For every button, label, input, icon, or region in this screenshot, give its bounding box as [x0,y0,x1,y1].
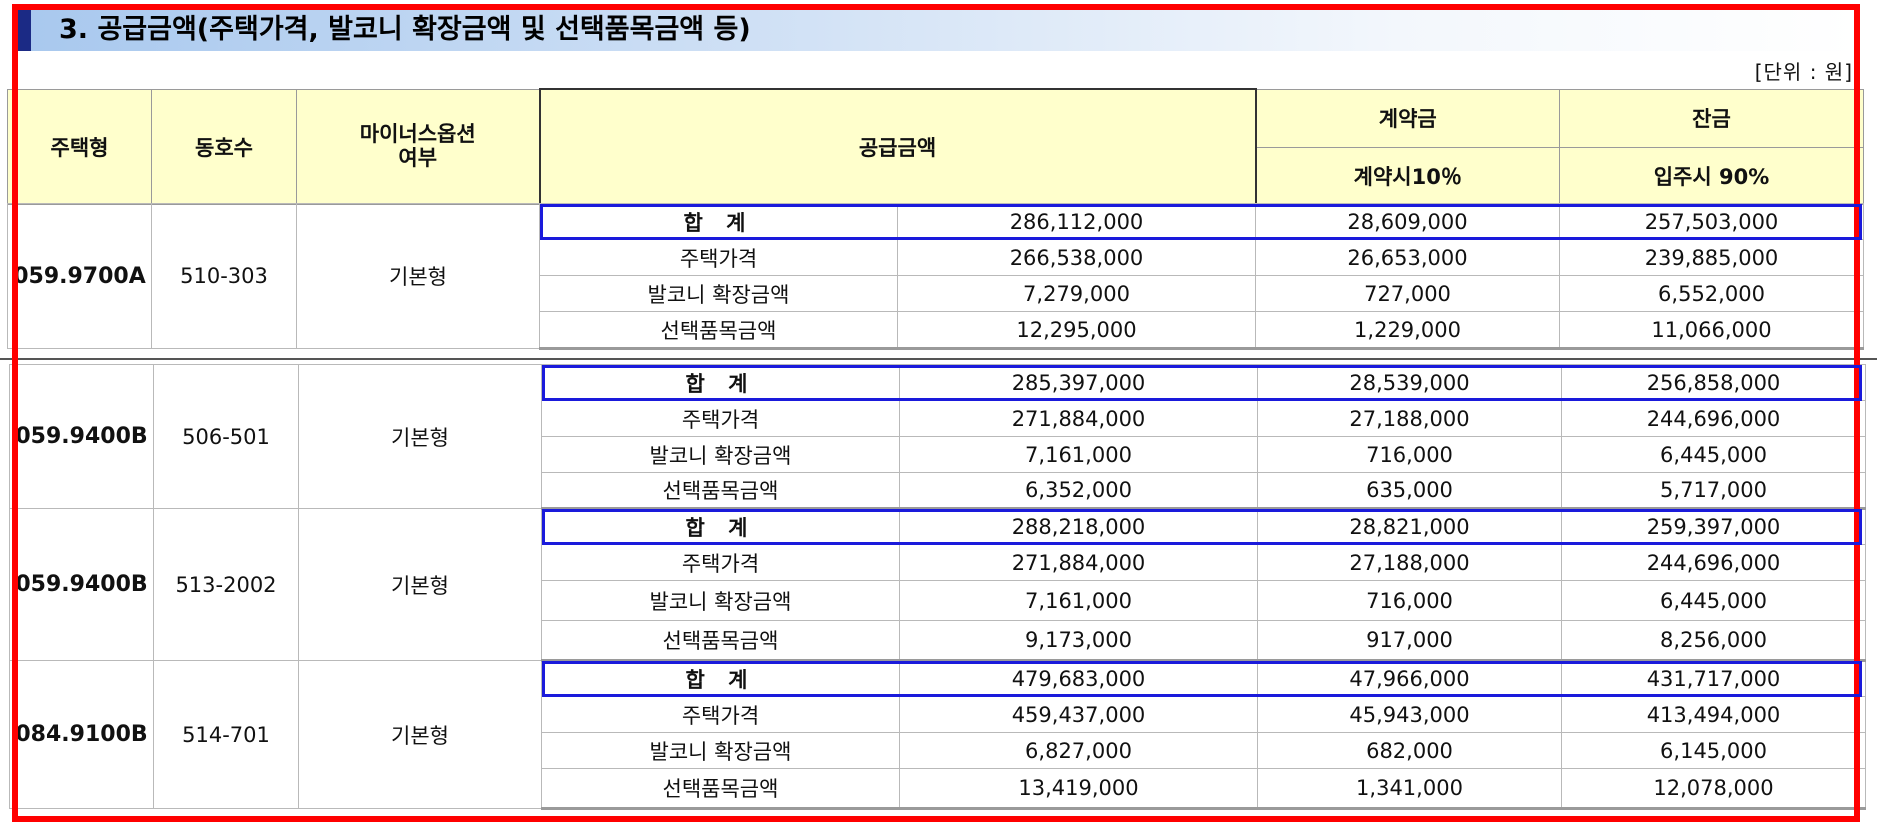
deposit-cell: 28,821,000 [1257,508,1562,545]
supply-amount-cell: 459,437,000 [899,696,1258,733]
balance-cell: 244,696,000 [1561,544,1866,581]
unit-no-cell: 506-501 [153,364,299,509]
balance-cell: 257,503,000 [1559,203,1864,240]
balance-cell: 5,717,000 [1561,472,1866,510]
balance-cell: 244,696,000 [1561,400,1866,437]
balance-cell: 259,397,000 [1561,508,1866,545]
total-row: 084.9100B 514-701 기본형 합 계 479,683,000 47,966,… [9,660,1866,809]
item-label-cell: 발코니 확장금액 [541,436,900,473]
supply-amount-cell: 7,279,000 [897,275,1256,312]
group-table-2: 059.9400B 506-501 기본형 합 계 285,397,000 28,539,… [9,364,1866,810]
item-label-cell: 발코니 확장금액 [539,275,898,312]
item-label-cell: 발코니 확장금액 [541,580,900,621]
page-divider [0,358,1877,360]
item-label-cell: 주택가격 [541,400,900,437]
header-balance: 잔금 [1559,88,1864,148]
supply-amount-cell: 9,173,000 [899,620,1258,662]
header-table: 주택형 동호수 마이너스옵션 여부 공급금액 계약금 잔금 계약시10％ 입주시… [7,88,1864,205]
deposit-cell: 45,943,000 [1257,696,1562,733]
house-type-cell: 084.9100B [9,660,154,809]
total-row: 059.9400B 513-2002 기본형 합 계 288,218,000 28,821… [9,508,1866,661]
total-label-cell: 합 계 [539,203,898,240]
section-title-bar: 3. 공급금액(주택가격, 발코니 확장금액 및 선택품목금액 등) [17,8,1857,51]
unit-label: [단위 : 원] [1754,60,1853,84]
balance-cell: 6,552,000 [1559,275,1864,312]
group-table-1: 059.9700A 510-303 기본형 합 계 286,112,000 28,609,… [7,203,1864,350]
supply-amount-cell: 479,683,000 [899,660,1258,697]
balance-cell: 11,066,000 [1559,311,1864,350]
deposit-cell: 28,539,000 [1257,364,1562,401]
balance-cell: 431,717,000 [1561,660,1866,697]
house-type-cell: 059.9400B [9,364,154,509]
balance-cell: 413,494,000 [1561,696,1866,733]
balance-cell: 6,445,000 [1561,580,1866,621]
item-label-cell: 선택품목금액 [539,311,898,350]
house-type-cell: 059.9400B [9,508,154,661]
supply-amount-cell: 288,218,000 [899,508,1258,545]
total-row: 059.9400B 506-501 기본형 합 계 285,397,000 28,539,… [9,364,1866,509]
item-label-cell: 주택가격 [541,544,900,581]
section-title: 3. 공급금액(주택가격, 발코니 확장금액 및 선택품목금액 등) [59,14,751,45]
total-row: 059.9700A 510-303 기본형 합 계 286,112,000 28,609,… [7,203,1864,349]
supply-amount-cell: 7,161,000 [899,436,1258,473]
header-unit-no: 동호수 [151,88,297,205]
header-house-type: 주택형 [7,88,152,205]
supply-amount-cell: 7,161,000 [899,580,1258,621]
minus-option-cell: 기본형 [298,660,542,809]
unit-no-cell: 513-2002 [153,508,299,661]
total-label-cell: 합 계 [541,508,900,545]
item-label-cell: 선택품목금액 [541,620,900,662]
title-accent-mark [17,8,31,51]
header-minus-option: 마이너스옵션 여부 [296,88,540,205]
supply-amount-cell: 271,884,000 [899,400,1258,437]
balance-cell: 6,145,000 [1561,732,1866,769]
total-label-cell: 합 계 [541,660,900,697]
supply-amount-cell: 6,352,000 [899,472,1258,510]
balance-cell: 8,256,000 [1561,620,1866,662]
deposit-cell: 27,188,000 [1257,400,1562,437]
balance-cell: 239,885,000 [1559,239,1864,276]
supply-amount-cell: 286,112,000 [897,203,1256,240]
deposit-cell: 917,000 [1257,620,1562,662]
minus-option-cell: 기본형 [296,203,540,349]
item-label-cell: 선택품목금액 [541,472,900,510]
deposit-cell: 26,653,000 [1255,239,1560,276]
header-deposit: 계약금 [1255,88,1560,148]
deposit-cell: 27,188,000 [1257,544,1562,581]
balance-cell: 256,858,000 [1561,364,1866,401]
item-label-cell: 주택가격 [541,696,900,733]
item-label-cell: 발코니 확장금액 [541,732,900,769]
deposit-cell: 682,000 [1257,732,1562,769]
balance-cell: 6,445,000 [1561,436,1866,473]
supply-amount-cell: 271,884,000 [899,544,1258,581]
total-label-cell: 합 계 [541,364,900,401]
header-deposit-sub: 계약시10％ [1255,146,1560,205]
balance-cell: 12,078,000 [1561,768,1866,810]
supply-amount-cell: 266,538,000 [897,239,1256,276]
item-label-cell: 선택품목금액 [541,768,900,810]
header-supply-amount: 공급금액 [538,88,1257,205]
minus-option-cell: 기본형 [298,364,542,509]
deposit-cell: 727,000 [1255,275,1560,312]
unit-no-cell: 510-303 [151,203,297,349]
unit-no-cell: 514-701 [153,660,299,809]
deposit-cell: 1,229,000 [1255,311,1560,350]
deposit-cell: 47,966,000 [1257,660,1562,697]
deposit-cell: 716,000 [1257,436,1562,473]
supply-amount-cell: 6,827,000 [899,732,1258,769]
house-type-cell: 059.9700A [7,203,152,349]
supply-amount-cell: 12,295,000 [897,311,1256,350]
deposit-cell: 635,000 [1257,472,1562,510]
supply-amount-cell: 285,397,000 [899,364,1258,401]
minus-option-cell: 기본형 [298,508,542,661]
deposit-cell: 716,000 [1257,580,1562,621]
header-balance-sub: 입주시 90% [1559,146,1864,205]
deposit-cell: 1,341,000 [1257,768,1562,810]
supply-amount-cell: 13,419,000 [899,768,1258,810]
deposit-cell: 28,609,000 [1255,203,1560,240]
item-label-cell: 주택가격 [539,239,898,276]
